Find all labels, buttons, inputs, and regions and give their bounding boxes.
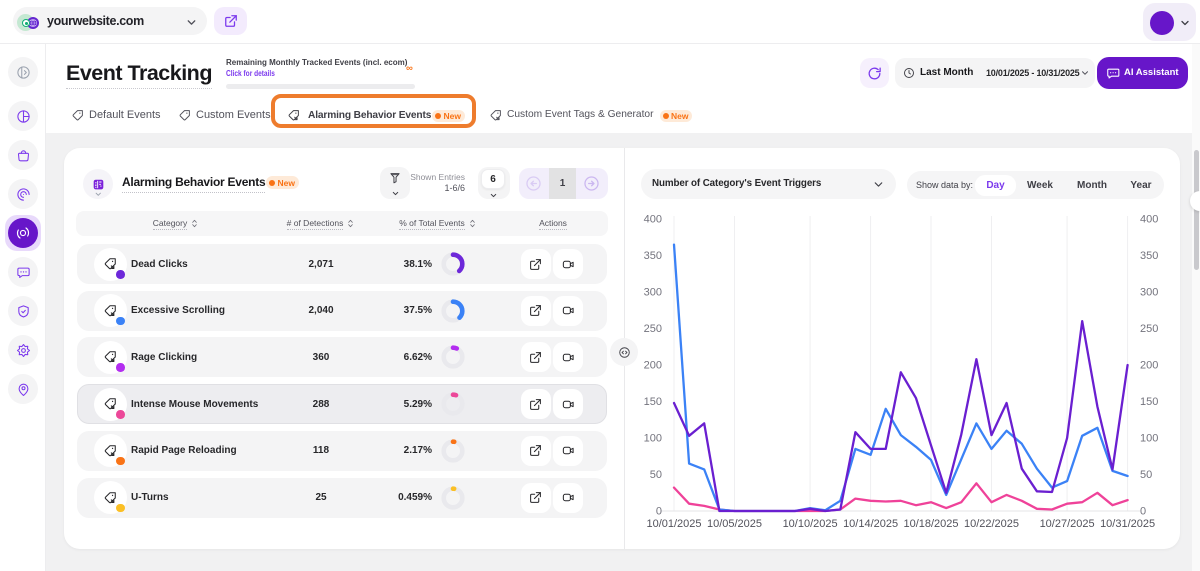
svg-text:350: 350 bbox=[1140, 250, 1158, 262]
svg-text:10/31/2025: 10/31/2025 bbox=[1100, 518, 1155, 530]
svg-text:150: 150 bbox=[644, 396, 662, 408]
svg-text:10/10/2025: 10/10/2025 bbox=[783, 518, 838, 530]
svg-text:200: 200 bbox=[644, 360, 662, 372]
svg-text:300: 300 bbox=[1140, 287, 1158, 299]
svg-text:100: 100 bbox=[1140, 433, 1158, 445]
svg-text:10/27/2025: 10/27/2025 bbox=[1040, 518, 1095, 530]
svg-text:250: 250 bbox=[1140, 323, 1158, 335]
svg-text:350: 350 bbox=[644, 250, 662, 262]
svg-text:10/22/2025: 10/22/2025 bbox=[964, 518, 1019, 530]
svg-text:0: 0 bbox=[1140, 506, 1146, 518]
svg-text:400: 400 bbox=[1140, 214, 1158, 226]
svg-text:10/14/2025: 10/14/2025 bbox=[843, 518, 898, 530]
svg-text:50: 50 bbox=[650, 469, 662, 481]
svg-text:250: 250 bbox=[644, 323, 662, 335]
svg-text:300: 300 bbox=[644, 287, 662, 299]
svg-text:10/01/2025: 10/01/2025 bbox=[646, 518, 701, 530]
svg-text:400: 400 bbox=[644, 214, 662, 226]
svg-text:10/18/2025: 10/18/2025 bbox=[903, 518, 958, 530]
svg-text:150: 150 bbox=[1140, 396, 1158, 408]
svg-text:100: 100 bbox=[644, 433, 662, 445]
svg-text:50: 50 bbox=[1140, 469, 1152, 481]
svg-text:10/05/2025: 10/05/2025 bbox=[707, 518, 762, 530]
svg-text:0: 0 bbox=[656, 506, 662, 518]
svg-text:200: 200 bbox=[1140, 360, 1158, 372]
